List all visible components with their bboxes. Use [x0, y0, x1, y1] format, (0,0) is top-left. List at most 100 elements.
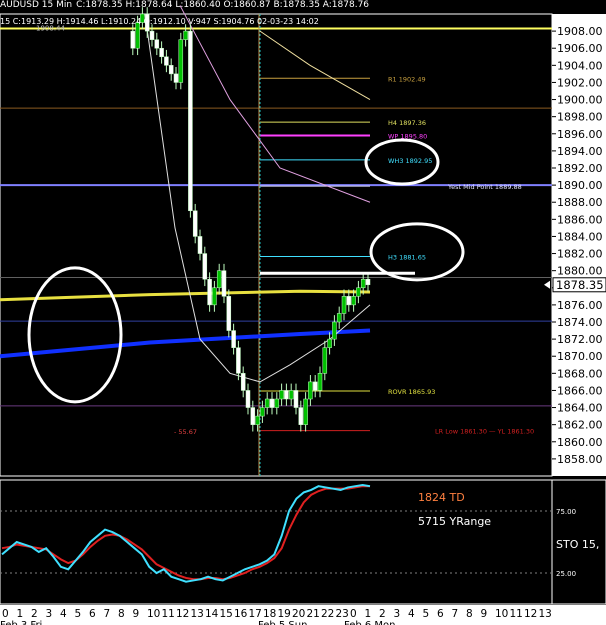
price-tick-label: 1902.00 — [557, 76, 603, 89]
date-label: Feb 5 Sun — [258, 620, 307, 625]
candle-body — [356, 287, 361, 297]
price-tick-label: 1860.00 — [557, 436, 603, 449]
candle-body — [168, 65, 174, 75]
candle-body — [212, 287, 217, 306]
price-tick-label: 1868.00 — [557, 367, 603, 380]
time-tick-label: 8 — [118, 608, 125, 620]
candle-body — [279, 390, 284, 400]
time-tick-label: 4 — [60, 608, 67, 620]
candle-body — [327, 338, 332, 348]
price-tick-label: 1894.00 — [557, 145, 603, 158]
time-tick-label: 18 — [263, 608, 276, 620]
time-tick-label: 5 — [75, 608, 82, 620]
price-tick-label: 1904.00 — [557, 59, 603, 72]
price-tick-label: 1896.00 — [557, 128, 603, 141]
price-tick-label: 1892.00 — [557, 162, 603, 175]
price-tick-label: 1876.00 — [557, 299, 603, 312]
time-tick-label: 9 — [133, 608, 140, 620]
time-tick-label: 10 — [495, 608, 508, 620]
info-td: 1824 TD — [418, 491, 465, 504]
candle-body — [284, 390, 289, 400]
time-tick-label: 12 — [176, 608, 189, 620]
time-tick-label: 11 — [162, 608, 175, 620]
candle-body — [231, 330, 236, 348]
candle-body — [221, 270, 227, 297]
candle-body — [226, 296, 232, 331]
level-label: H4 1897.36 — [388, 119, 426, 127]
time-tick-label: 1 — [17, 608, 24, 620]
candle-body — [322, 347, 328, 374]
candle-body — [207, 278, 212, 306]
price-tick-label: 1862.00 — [557, 419, 603, 432]
candle-body — [288, 390, 294, 400]
price-tick-label: 1884.00 — [557, 230, 603, 243]
level-label: H3 1881.65 — [388, 254, 426, 262]
price-tick-label: 1886.00 — [557, 213, 603, 226]
candle-body — [173, 73, 179, 83]
candle-body — [202, 253, 208, 280]
candle-body — [135, 22, 140, 49]
candle-body — [250, 407, 256, 425]
price-tick-label: 1864.00 — [557, 402, 603, 415]
candle-body — [154, 39, 160, 49]
price-tick-label: 1872.00 — [557, 333, 603, 346]
time-tick-label: 0 — [350, 608, 357, 620]
candle-body — [149, 30, 155, 40]
time-tick-label: 5 — [423, 608, 430, 620]
candle-body — [351, 296, 356, 306]
time-tick-label: 7 — [104, 608, 111, 620]
time-tick-label: 16 — [234, 608, 248, 620]
candle-body — [183, 30, 188, 40]
candle-body — [188, 30, 193, 212]
candle-body — [264, 398, 270, 408]
time-tick-label: 4 — [408, 608, 415, 620]
time-tick-label: 2 — [31, 608, 38, 620]
candle-body — [298, 407, 304, 425]
price-tick-label: 1890.00 — [557, 179, 603, 192]
candle-body — [236, 347, 241, 374]
level-label: LR Low 1861.30 — YL 1861.30 — [435, 428, 534, 436]
candle-body — [240, 373, 246, 391]
price-chart[interactable]: 1858.00 1860.00 1862.00 1864.00 1866.00 1868.… — [0, 0, 606, 625]
date-label: Feb 6 Mon — [344, 620, 396, 625]
stochastic-level-label: 25.00 — [556, 570, 576, 578]
candle-body — [274, 398, 280, 408]
stats-readout: 15 C:1913.29 H:1914.46 L:1910.24 O:1912.… — [0, 17, 319, 26]
candle-body — [332, 321, 337, 340]
date-label: Feb 3 Fri — [0, 620, 42, 625]
info-yrange: 5715 YRange — [418, 515, 491, 528]
stochastic-label: STO 15, — [556, 538, 599, 551]
candle-body — [308, 381, 313, 400]
time-tick-label: 21 — [307, 608, 320, 620]
level-label: Yest Mid Point 1889.88 — [447, 183, 522, 191]
candle-body — [216, 270, 222, 289]
level-label: WH3 1892.95 — [388, 157, 432, 165]
price-tick-label: 1888.00 — [557, 196, 603, 209]
candle-body — [260, 407, 265, 417]
stochastic-level-label: 75.00 — [556, 508, 576, 516]
time-tick-label: 3 — [46, 608, 53, 620]
time-tick-label: 12 — [524, 608, 537, 620]
time-tick-label: 19 — [278, 608, 291, 620]
price-tick-label: 1908.00 — [557, 25, 603, 38]
candle-body — [317, 373, 323, 391]
level-label: ROVR 1865.93 — [388, 388, 435, 396]
candle-body — [360, 278, 366, 289]
price-tick-label: 1900.00 — [557, 94, 603, 107]
time-tick-label: 6 — [437, 608, 444, 620]
price-tick-label: 1882.00 — [557, 248, 603, 261]
candle-body — [269, 398, 275, 408]
time-tick-label: 23 — [336, 608, 349, 620]
candle-body — [341, 296, 347, 314]
time-tick-label: 11 — [510, 608, 523, 620]
time-tick-label: 8 — [466, 608, 473, 620]
time-tick-label: 1 — [365, 608, 372, 620]
candle-body — [346, 296, 352, 306]
price-tick-label: 1880.00 — [557, 265, 603, 278]
time-tick-label: 20 — [292, 608, 305, 620]
price-tick-label: 1874.00 — [557, 316, 603, 329]
candle-body — [303, 398, 308, 425]
price-tick-label: 1858.00 — [557, 453, 603, 466]
candle-body — [312, 381, 318, 391]
candle-body — [245, 390, 251, 408]
